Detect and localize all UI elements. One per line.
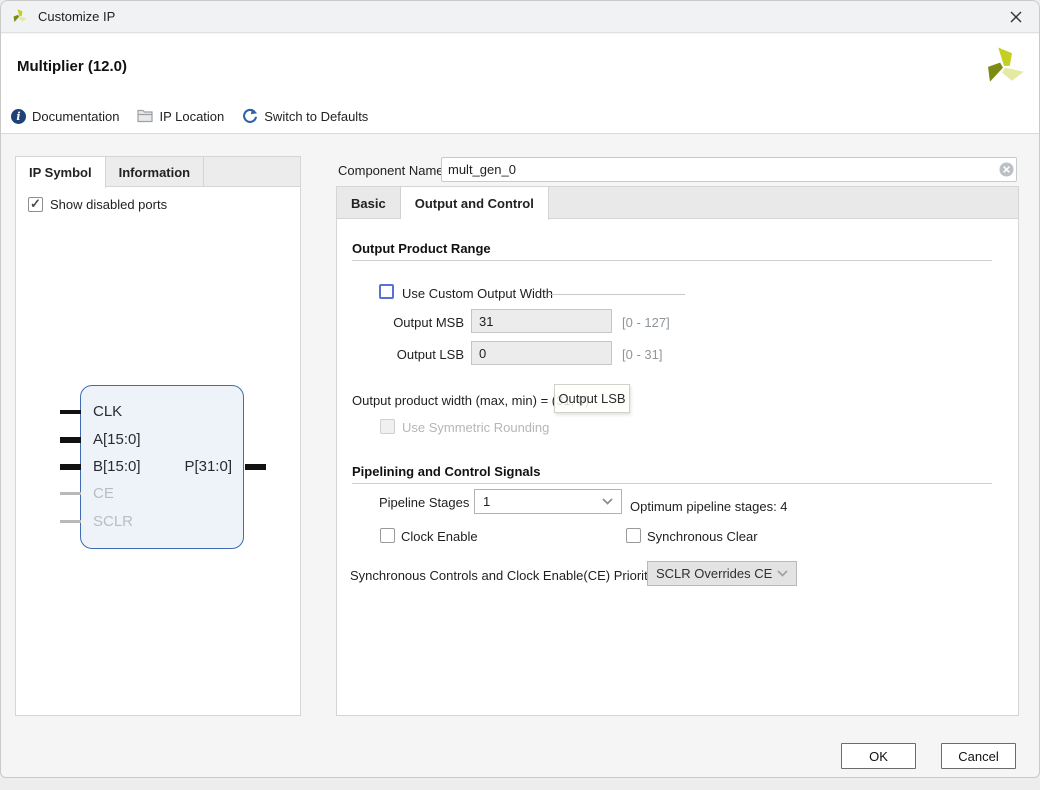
clk-port-stub (60, 410, 81, 414)
tab-ip-symbol[interactable]: IP Symbol (16, 157, 106, 188)
dialog-header: Multiplier (12.0) i Documentation IP Loc… (1, 34, 1039, 134)
ip-location-label: IP Location (159, 109, 224, 124)
ip-symbol-panel: IP Symbol Information Show disabled port… (15, 156, 301, 716)
left-tab-bar: IP Symbol Information (16, 157, 300, 187)
tab-basic-label: Basic (351, 196, 386, 211)
optimum-pipeline-text: Optimum pipeline stages: 4 (630, 499, 788, 514)
port-clk: CLK (93, 403, 122, 420)
port-sclr: SCLR (93, 513, 133, 530)
pipeline-stages-label: Pipeline Stages (379, 495, 469, 510)
output-lsb-tooltip: Output LSB (554, 384, 630, 413)
customize-ip-dialog: Customize IP Multiplier (12.0) i Documen… (0, 0, 1040, 778)
tab-output-and-control[interactable]: Output and Control (401, 187, 549, 220)
section-rule (352, 260, 992, 261)
pipelining-title: Pipelining and Control Signals (352, 464, 541, 479)
cancel-button[interactable]: Cancel (941, 743, 1016, 769)
tab-basic[interactable]: Basic (337, 187, 401, 219)
switch-to-defaults-label: Switch to Defaults (264, 109, 368, 124)
show-disabled-ports-checkbox[interactable] (28, 197, 43, 212)
tab-output-and-control-label: Output and Control (415, 196, 534, 211)
config-group-box: Basic Output and Control Output Product … (336, 186, 1019, 716)
use-symmetric-rounding-label: Use Symmetric Rounding (402, 420, 549, 435)
ok-button-label: OK (869, 749, 888, 764)
output-lsb-label: Output LSB (352, 347, 464, 362)
sclr-port-stub (60, 520, 81, 523)
a-port-stub (60, 437, 81, 443)
synchronous-clear-checkbox[interactable] (626, 528, 641, 543)
info-icon: i (11, 109, 26, 124)
tab-ip-symbol-label: IP Symbol (29, 165, 92, 180)
page-title: Multiplier (12.0) (17, 58, 127, 75)
use-custom-output-width-label: Use Custom Output Width (402, 286, 553, 301)
xilinx-logo (981, 44, 1027, 90)
window-title: Customize IP (38, 9, 115, 24)
show-disabled-ports-row[interactable]: Show disabled ports (28, 197, 167, 212)
output-lsb-value: 0 (479, 346, 486, 361)
pipeline-stages-value: 1 (483, 494, 490, 509)
toolbar: i Documentation IP Location Switch to De… (11, 108, 368, 124)
output-msb-range-hint: [0 - 127] (622, 315, 670, 330)
xilinx-logo-icon (11, 8, 28, 25)
tab-information-label: Information (119, 165, 191, 180)
sync-priority-label: Synchronous Controls and Clock Enable(CE… (350, 568, 654, 583)
synchronous-clear-label: Synchronous Clear (647, 529, 758, 544)
output-lsb-range-hint: [0 - 31] (622, 347, 662, 362)
output-msb-value: 31 (479, 314, 493, 329)
switch-to-defaults-button[interactable]: Switch to Defaults (242, 108, 368, 124)
p-port-stub (245, 464, 266, 470)
chevron-down-icon (602, 498, 613, 505)
decorative-line (549, 294, 685, 295)
close-icon[interactable] (1007, 8, 1025, 26)
config-tab-bar: Basic Output and Control (337, 187, 1018, 219)
pipeline-stages-dropdown[interactable]: 1 (474, 489, 622, 514)
clock-enable-label: Clock Enable (401, 529, 478, 544)
output-msb-input: 31 (471, 309, 612, 333)
section-rule-2 (352, 483, 992, 484)
title-bar: Customize IP (1, 1, 1039, 33)
output-msb-label: Output MSB (352, 315, 464, 330)
tooltip-text: Output LSB (558, 391, 625, 406)
sync-priority-value: SCLR Overrides CE (656, 566, 772, 581)
port-a: A[15:0] (93, 431, 141, 448)
tab-information[interactable]: Information (106, 157, 205, 187)
port-p: P[31:0] (184, 458, 232, 475)
documentation-button[interactable]: i Documentation (11, 109, 119, 124)
ok-button[interactable]: OK (841, 743, 916, 769)
use-custom-output-width-checkbox[interactable] (379, 284, 394, 299)
port-b: B[15:0] (93, 458, 141, 475)
folder-icon (137, 109, 153, 123)
clear-icon[interactable] (999, 162, 1014, 177)
refresh-icon (242, 108, 258, 124)
component-name-label: Component Name (338, 163, 444, 178)
component-name-input[interactable] (441, 157, 1017, 182)
use-symmetric-rounding-checkbox (380, 419, 395, 434)
chevron-down-icon (777, 570, 788, 577)
output-lsb-input: 0 (471, 341, 612, 365)
show-disabled-ports-label: Show disabled ports (50, 197, 167, 212)
documentation-label: Documentation (32, 109, 119, 124)
sync-priority-dropdown: SCLR Overrides CE (647, 561, 797, 586)
output-product-range-title: Output Product Range (352, 241, 491, 256)
product-width-label: Output product width (max, min) = (352, 393, 552, 408)
ce-port-stub (60, 492, 81, 495)
cancel-button-label: Cancel (958, 749, 998, 764)
ip-location-button[interactable]: IP Location (137, 109, 224, 124)
port-ce: CE (93, 485, 114, 502)
b-port-stub (60, 464, 81, 470)
clock-enable-checkbox[interactable] (380, 528, 395, 543)
